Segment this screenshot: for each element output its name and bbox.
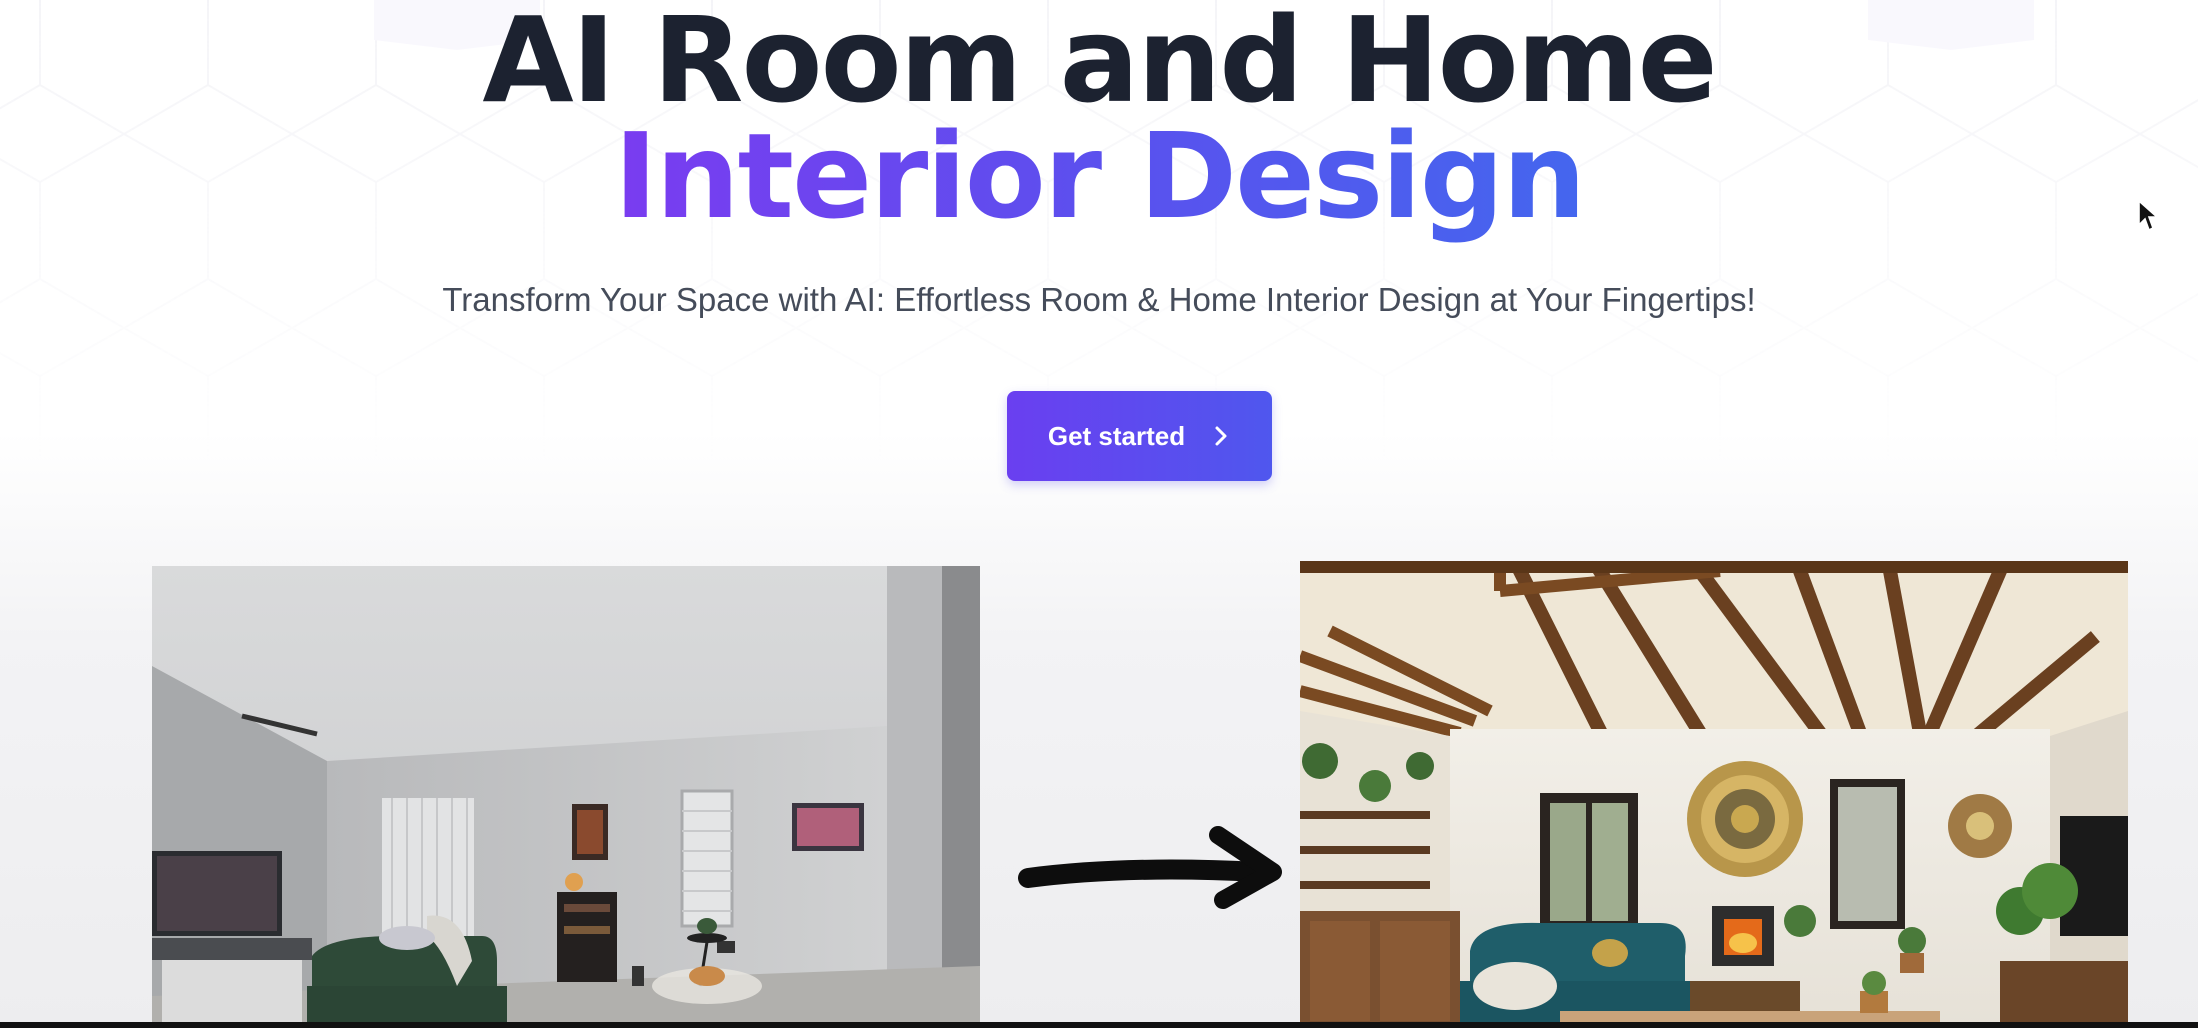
hero-subtitle: Transform Your Space with AI: Effortless… bbox=[442, 281, 1756, 318]
before-room-image bbox=[152, 566, 980, 1028]
chevron-right-icon bbox=[1215, 426, 1227, 446]
after-room-image bbox=[1300, 561, 2128, 1028]
page-title-line-2: Interior Design bbox=[0, 116, 2198, 236]
get-started-label: Get started bbox=[1047, 420, 1186, 451]
get-started-button[interactable]: Get started bbox=[1007, 391, 1272, 481]
screen-bottom-edge bbox=[0, 1022, 2198, 1028]
page-title-line-1: AI Room and Home bbox=[482, 0, 1717, 129]
arrow-right-icon bbox=[1018, 826, 1282, 909]
page-title-highlight: Interior Design bbox=[613, 107, 1586, 245]
